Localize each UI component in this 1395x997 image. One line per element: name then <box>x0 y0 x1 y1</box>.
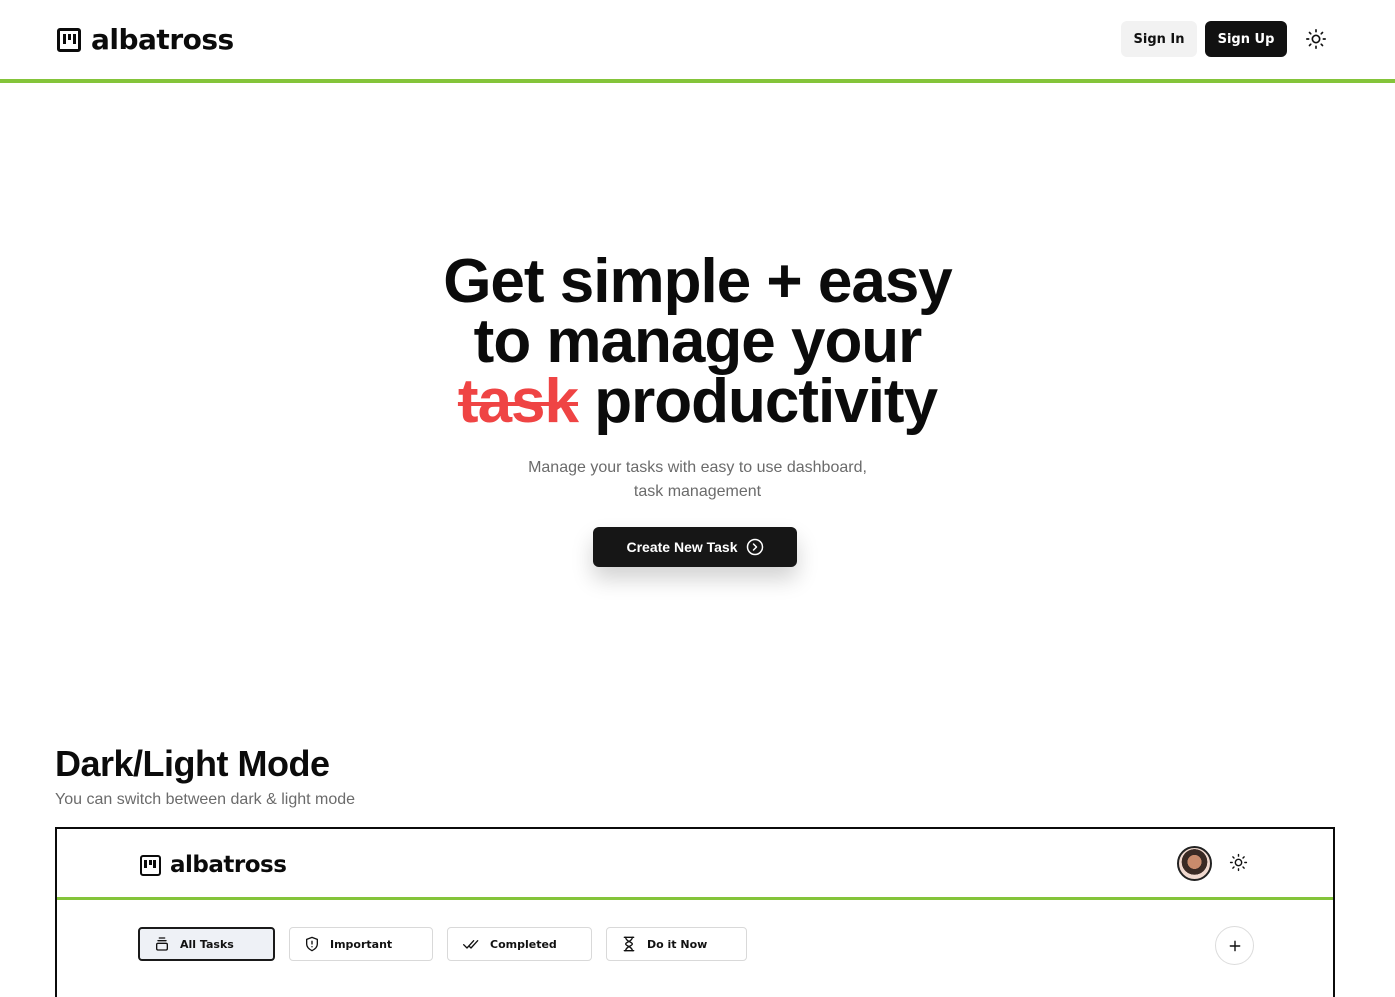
stack-icon <box>156 937 168 951</box>
preview-brand-name: albatross <box>170 852 287 878</box>
sun-icon <box>1306 29 1326 49</box>
sign-up-button[interactable]: Sign Up <box>1205 21 1287 57</box>
sign-in-button[interactable]: Sign In <box>1121 21 1197 57</box>
chevron-right-circle-icon <box>746 538 763 556</box>
tab-label: Completed <box>490 937 557 951</box>
avatar[interactable] <box>1177 846 1212 881</box>
shield-alert-icon <box>306 936 318 952</box>
brand-name: albatross <box>91 23 234 56</box>
tab-label: All Tasks <box>180 937 234 951</box>
hero-subtitle-line-2: task management <box>633 483 762 500</box>
tab-do-it-now[interactable]: Do it Now <box>606 927 747 961</box>
brand-logo[interactable]: albatross <box>57 25 234 55</box>
hero-title-line-2: to manage your <box>473 307 923 376</box>
dashboard-preview: albatross All Tasks Important Completed … <box>55 827 1335 997</box>
hero-title-line-1: Get simple + easy <box>443 247 953 316</box>
feature-title: Dark/Light Mode <box>55 743 330 784</box>
hero-title-line-3: productivity <box>594 367 938 436</box>
tab-completed[interactable]: Completed <box>447 927 592 961</box>
hero-subtitle-line-1: Manage your tasks with easy to use dashb… <box>528 459 867 476</box>
add-task-button[interactable] <box>1215 926 1254 965</box>
task-filter-tabs: All Tasks Important Completed Do it Now <box>138 927 747 961</box>
tab-all-tasks[interactable]: All Tasks <box>138 927 275 961</box>
preview-theme-toggle-button[interactable] <box>1228 852 1248 872</box>
preview-navbar: albatross <box>57 829 1333 900</box>
create-new-task-button[interactable]: Create New Task <box>593 527 797 567</box>
preview-brand-logo[interactable]: albatross <box>140 852 287 878</box>
logo-icon <box>140 854 161 876</box>
feature-subtitle: You can switch between dark & light mode <box>55 791 356 808</box>
double-check-icon <box>462 940 479 949</box>
logo-icon <box>57 28 81 52</box>
top-navbar: albatross Sign In Sign Up <box>0 0 1395 83</box>
hero-title-strikethrough-word: task <box>457 367 579 436</box>
tab-important[interactable]: Important <box>289 927 433 961</box>
hourglass-icon <box>623 936 635 952</box>
theme-toggle-button[interactable] <box>1304 27 1328 51</box>
hero-title: Get simple + easy to manage your task pr… <box>0 251 1395 433</box>
hero-subtitle: Manage your tasks with easy to use dashb… <box>0 456 1395 504</box>
plus-icon <box>1229 940 1240 951</box>
sun-icon <box>1229 853 1247 871</box>
create-new-task-label: Create New Task <box>626 539 738 555</box>
tab-label: Important <box>330 937 393 951</box>
tab-label: Do it Now <box>647 937 708 951</box>
